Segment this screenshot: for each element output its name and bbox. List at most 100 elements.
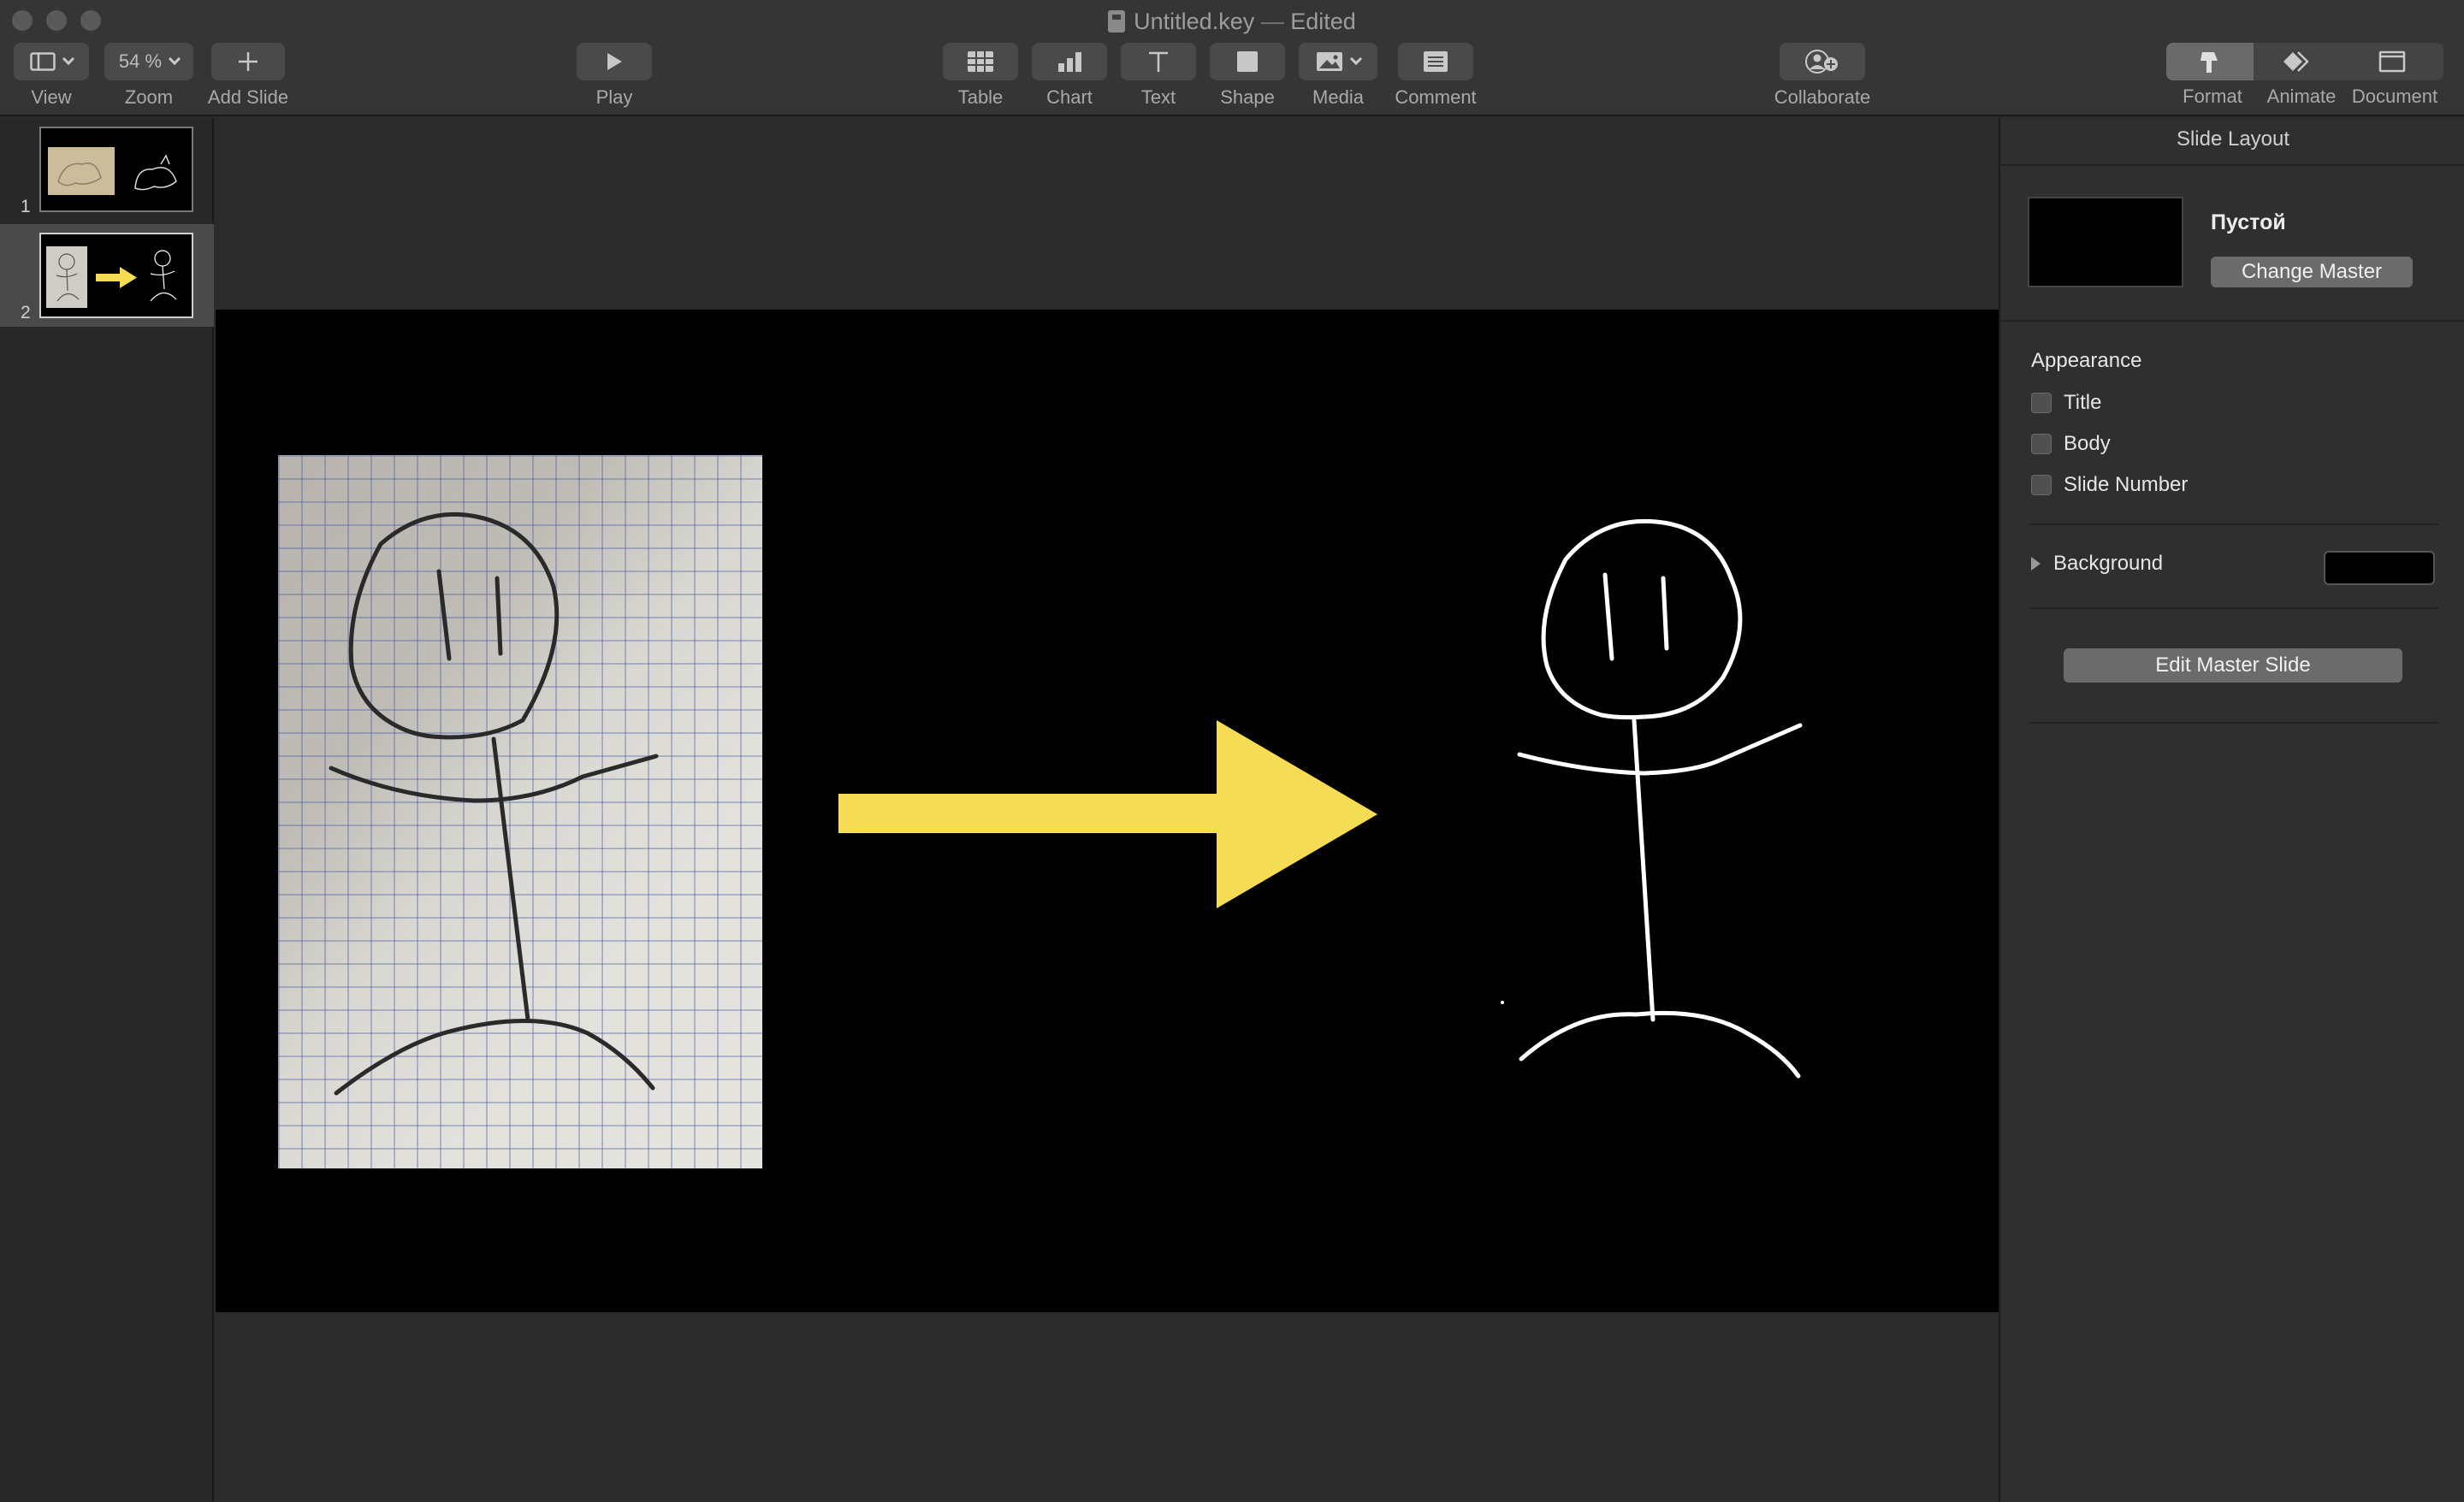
background-disclosure[interactable]: Background <box>2031 549 2163 578</box>
disclosure-triangle-icon[interactable] <box>2031 557 2040 571</box>
slide-number-checkbox-row[interactable]: Slide Number <box>2031 472 2188 498</box>
comment-label: Comment <box>1395 86 1477 108</box>
text-button[interactable]: Text <box>1121 43 1196 109</box>
slide-canvas[interactable] <box>216 310 1999 1312</box>
comment-button-face[interactable] <box>1398 43 1473 80</box>
background-label: Background <box>2053 552 2164 575</box>
play-button[interactable]: Play <box>577 43 652 109</box>
document-name: Untitled.key <box>1134 9 1255 34</box>
body-checkbox[interactable] <box>2031 434 2052 454</box>
slide-number: 1 <box>21 197 31 216</box>
zoom-popup[interactable]: 54 % Zoom <box>104 43 193 109</box>
slide-thumbnail[interactable] <box>39 127 193 212</box>
slide-navigator: 1 2 <box>0 118 214 1502</box>
format-inspector: Slide Layout Пустой Change Master Appear… <box>1999 118 2464 1502</box>
play-label: Play <box>595 86 633 108</box>
view-button-face[interactable] <box>14 43 89 80</box>
sidebar-layout-icon <box>30 52 56 71</box>
slide-number: 2 <box>21 303 31 322</box>
table-icon <box>968 51 993 72</box>
keynote-document-icon <box>1108 10 1126 33</box>
chevron-down-icon <box>62 52 75 66</box>
document-tab[interactable]: Document <box>2346 86 2443 108</box>
media-button[interactable]: Media <box>1299 43 1377 109</box>
toolbar: Untitled.key — Edited View 54 % Zoom Add… <box>0 0 2464 116</box>
slide-2-preview-image <box>46 246 177 308</box>
master-slide-thumbnail <box>2028 197 2183 287</box>
play-button-face[interactable] <box>577 43 652 80</box>
document-icon[interactable] <box>2375 48 2409 75</box>
bar-chart-icon <box>1058 52 1081 72</box>
text-icon <box>1149 51 1168 72</box>
view-label: View <box>31 86 72 108</box>
animate-tab[interactable]: Animate <box>2257 86 2346 108</box>
animate-label: Animate <box>2266 86 2337 107</box>
slide-thumbnail-row[interactable]: 1 <box>0 118 214 221</box>
section-divider <box>2029 523 2438 525</box>
table-button[interactable]: Table <box>943 43 1018 109</box>
background-color-well[interactable] <box>2324 551 2435 585</box>
chart-button-face[interactable] <box>1032 43 1107 80</box>
edit-master-slide-button[interactable]: Edit Master Slide <box>2064 648 2402 683</box>
comment-icon <box>1424 51 1448 72</box>
shape-button[interactable]: Shape <box>1210 43 1285 109</box>
yellow-arrow-shape[interactable] <box>838 686 1377 943</box>
slide-number-checkbox-label: Slide Number <box>2064 473 2189 496</box>
collaborate-label: Collaborate <box>1774 86 1871 108</box>
plus-icon <box>239 52 258 71</box>
slide-1-preview-image <box>48 147 177 195</box>
photo-icon <box>1317 52 1342 71</box>
media-button-face[interactable] <box>1299 43 1377 80</box>
animate-diamond-icon[interactable] <box>2279 48 2313 75</box>
table-label: Table <box>957 86 1004 108</box>
chart-button[interactable]: Chart <box>1032 43 1107 109</box>
comment-button[interactable]: Comment <box>1391 43 1480 109</box>
slide-thumbnail[interactable] <box>39 233 193 318</box>
shape-button-face[interactable] <box>1210 43 1285 80</box>
document-label: Document <box>2351 86 2438 107</box>
collaborate-person-plus-icon <box>1805 50 1838 74</box>
slide-canvas-area <box>216 118 1999 1502</box>
square-shape-icon <box>1237 51 1258 72</box>
section-divider <box>2000 320 2464 322</box>
zoom-label: Zoom <box>124 86 174 108</box>
title-checkbox-row[interactable]: Title <box>2031 390 2101 416</box>
chart-label: Chart <box>1046 86 1093 108</box>
zoom-value: 54 % <box>118 50 163 72</box>
title-checkbox[interactable] <box>2031 393 2052 413</box>
document-status: Edited <box>1290 9 1356 34</box>
stick-figure-pencil-drawing <box>329 512 659 1096</box>
master-slide-name: Пустой <box>2211 210 2286 234</box>
text-label: Text <box>1140 86 1176 108</box>
stick-figure-white-outline <box>1501 518 1803 1079</box>
title-checkbox-label: Title <box>2064 391 2102 414</box>
table-button-face[interactable] <box>943 43 1018 80</box>
body-checkbox-row[interactable]: Body <box>2031 431 2111 457</box>
format-tab[interactable]: Format <box>2168 86 2257 108</box>
shape-label: Shape <box>1220 86 1275 108</box>
format-brush-icon[interactable] <box>2192 48 2226 75</box>
text-button-face[interactable] <box>1121 43 1196 80</box>
stick-figure-traced-image[interactable] <box>1465 498 1841 1097</box>
add-slide-button-face[interactable] <box>211 43 285 80</box>
format-label: Format <box>2183 86 2242 107</box>
window-title: Untitled.key — Edited <box>0 8 2464 35</box>
appearance-heading: Appearance <box>2031 349 2142 372</box>
zoom-popup-face[interactable]: 54 % <box>104 43 193 80</box>
chevron-down-icon <box>1349 52 1363 66</box>
keynote-window: Untitled.key — Edited View 54 % Zoom Add… <box>0 0 2464 1502</box>
media-label: Media <box>1312 86 1364 108</box>
add-slide-button[interactable]: Add Slide <box>204 43 293 109</box>
title-separator: — <box>1260 9 1284 34</box>
view-button[interactable]: View <box>14 43 89 109</box>
slide-thumbnail-row-selected[interactable]: 2 <box>0 224 214 327</box>
section-divider <box>2029 722 2438 724</box>
play-icon <box>607 53 622 70</box>
collaborate-button[interactable]: Collaborate <box>1769 43 1875 109</box>
collaborate-button-face[interactable] <box>1780 43 1865 80</box>
body-checkbox-label: Body <box>2064 432 2111 455</box>
add-slide-label: Add Slide <box>207 86 289 108</box>
slide-number-checkbox[interactable] <box>2031 475 2052 495</box>
change-master-button[interactable]: Change Master <box>2211 257 2413 287</box>
stick-figure-photo[interactable] <box>278 455 762 1168</box>
